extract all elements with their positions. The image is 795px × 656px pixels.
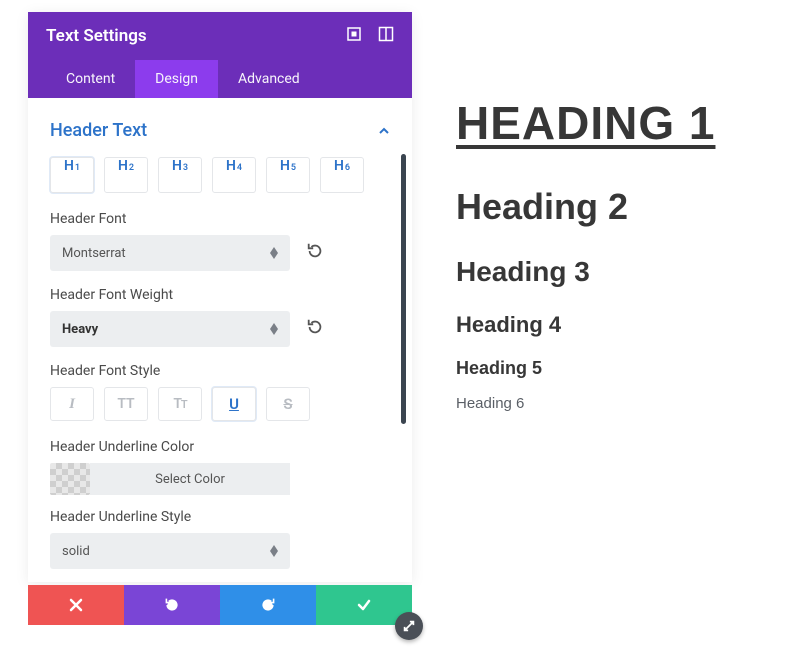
heading-level-h5[interactable]: H5 — [266, 157, 310, 193]
tab-design[interactable]: Design — [135, 60, 218, 98]
style-italic-button[interactable]: I — [50, 387, 94, 421]
heading-level-h4[interactable]: H4 — [212, 157, 256, 193]
underline-style-label: Header Underline Style — [50, 509, 390, 525]
tab-content[interactable]: Content — [46, 60, 135, 98]
header-weight-label: Header Font Weight — [50, 287, 390, 303]
resize-handle[interactable] — [395, 612, 423, 640]
heading-level-h2[interactable]: H2 — [104, 157, 148, 193]
font-style-buttons: I TT TT U S — [50, 387, 390, 421]
preview-h1: HEADING 1 — [456, 96, 715, 150]
style-uppercase-button[interactable]: TT — [104, 387, 148, 421]
expand-icon[interactable] — [346, 26, 362, 46]
style-underline-button[interactable]: U — [212, 387, 256, 421]
tab-advanced[interactable]: Advanced — [218, 60, 320, 98]
sort-arrows-icon — [270, 545, 278, 557]
preview-h4: Heading 4 — [456, 312, 715, 338]
panel-body: Header Text H1 H2 H3 H4 H5 H6 Header Fon… — [28, 98, 412, 582]
header-font-value: Montserrat — [62, 246, 126, 261]
preview-h6: Heading 6 — [456, 395, 715, 412]
header-font-row: Montserrat — [50, 235, 390, 271]
sort-arrows-icon — [270, 247, 278, 259]
preview-h3: Heading 3 — [456, 256, 715, 288]
preview-h5: Heading 5 — [456, 358, 715, 379]
undo-icon — [164, 597, 180, 613]
underline-style-row: solid — [50, 533, 390, 569]
panel-header: Text Settings Content Design Advanced — [28, 12, 412, 98]
check-icon — [356, 597, 372, 613]
undo-button[interactable] — [124, 585, 220, 625]
header-style-label: Header Font Style — [50, 363, 390, 379]
scrollbar[interactable] — [401, 154, 406, 424]
redo-button[interactable] — [220, 585, 316, 625]
panel-title-icons — [346, 26, 394, 46]
sort-arrows-icon — [270, 323, 278, 335]
panel-layout-icon[interactable] — [378, 26, 394, 46]
heading-level-buttons: H1 H2 H3 H4 H5 H6 — [50, 157, 390, 193]
settings-tabs: Content Design Advanced — [46, 60, 394, 98]
section-title: Header Text — [50, 120, 147, 141]
heading-level-h1[interactable]: H1 — [50, 157, 94, 193]
underline-style-select[interactable]: solid — [50, 533, 290, 569]
underline-color-row: Select Color — [50, 463, 390, 495]
chevron-up-icon — [378, 125, 390, 137]
header-weight-select[interactable]: Heavy — [50, 311, 290, 347]
color-swatch-transparent[interactable] — [50, 463, 90, 495]
panel-title: Text Settings — [46, 26, 147, 46]
redo-icon — [260, 597, 276, 613]
resize-icon — [402, 619, 416, 633]
preview-h2: Heading 2 — [456, 186, 715, 228]
panel-footer — [28, 585, 412, 625]
heading-level-h3[interactable]: H3 — [158, 157, 202, 193]
text-settings-panel: Text Settings Content Design Advanced He… — [28, 12, 412, 582]
header-weight-value: Heavy — [62, 322, 98, 337]
header-font-label: Header Font — [50, 211, 390, 227]
section-header[interactable]: Header Text — [50, 108, 390, 157]
reset-font-button[interactable] — [306, 242, 324, 264]
select-color-button[interactable]: Select Color — [90, 463, 290, 495]
style-strike-button[interactable]: S — [266, 387, 310, 421]
style-smallcaps-button[interactable]: TT — [158, 387, 202, 421]
underline-color-label: Header Underline Color — [50, 439, 390, 455]
header-weight-row: Heavy — [50, 311, 390, 347]
header-font-select[interactable]: Montserrat — [50, 235, 290, 271]
close-icon — [68, 597, 84, 613]
underline-style-value: solid — [62, 544, 90, 559]
reset-weight-button[interactable] — [306, 318, 324, 340]
cancel-button[interactable] — [28, 585, 124, 625]
heading-level-h6[interactable]: H6 — [320, 157, 364, 193]
panel-title-row: Text Settings — [46, 26, 394, 60]
heading-preview: HEADING 1 Heading 2 Heading 3 Heading 4 … — [456, 96, 715, 412]
